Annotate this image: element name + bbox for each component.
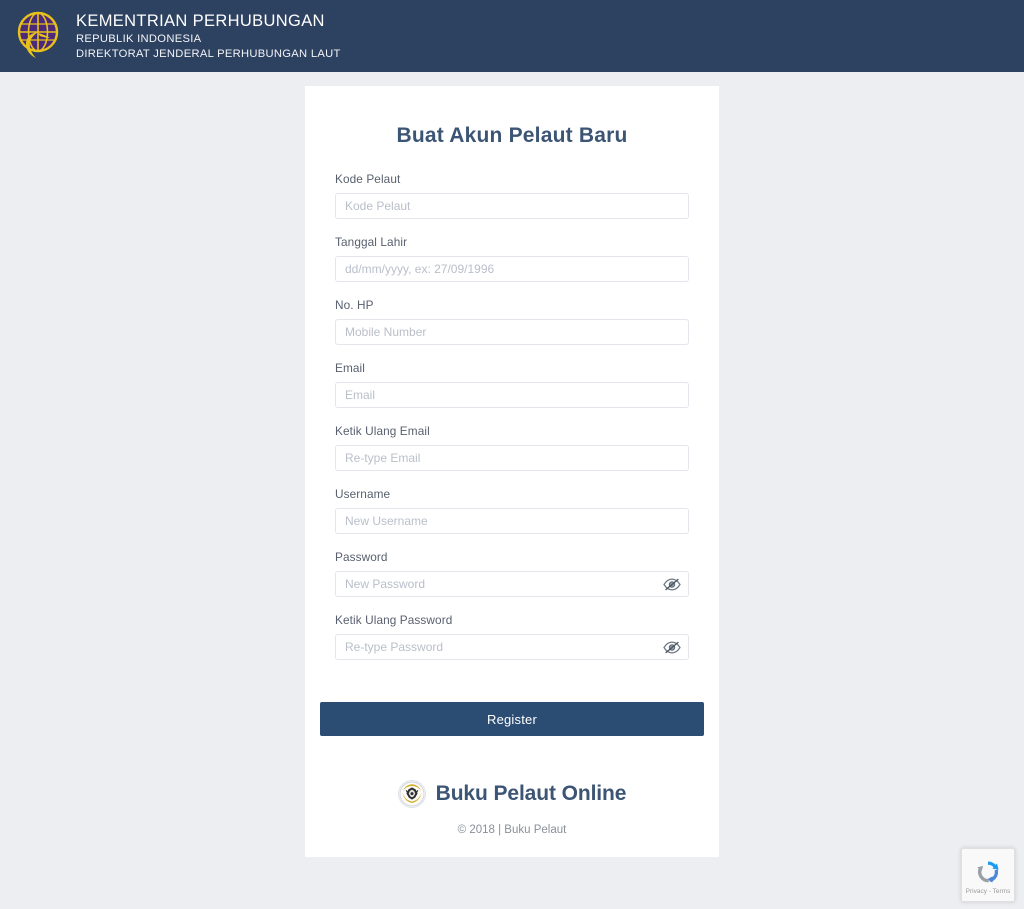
retype-password-input[interactable] (335, 634, 689, 660)
input-shell (335, 382, 689, 408)
field-label: Kode Pelaut (335, 172, 401, 186)
register-button[interactable]: Register (320, 702, 704, 736)
mobile-number-input[interactable] (335, 319, 689, 345)
page-body: Buat Akun Pelaut Baru Kode Pelaut Tangga… (0, 72, 1024, 909)
kemenhub-globe-logo-icon (14, 11, 62, 63)
field-label: Username (335, 487, 391, 501)
brand-country-name: REPUBLIK INDONESIA (76, 32, 202, 45)
field-label: Email (335, 361, 365, 375)
field-no-hp: No. HP (335, 298, 689, 345)
field-tanggal-lahir: Tanggal Lahir (335, 235, 689, 282)
field-email: Email (335, 361, 689, 408)
eye-slash-icon[interactable] (663, 640, 681, 655)
page-title: Buat Akun Pelaut Baru (396, 124, 628, 147)
input-shell (335, 256, 689, 282)
tanggal-lahir-input[interactable] (335, 256, 689, 282)
password-input[interactable] (335, 571, 689, 597)
copyright-text: © 2018 | Buku Pelaut (457, 824, 567, 836)
input-shell (335, 508, 689, 534)
field-retype-password: Ketik Ulang Password (335, 613, 689, 660)
field-label: Ketik Ulang Password (335, 613, 453, 627)
brand-text-block: KEMENTRIAN PERHUBUNGAN REPUBLIK INDONESI… (76, 11, 341, 61)
kode-pelaut-input[interactable] (335, 193, 689, 219)
recaptcha-privacy-terms[interactable]: Privacy - Terms (966, 888, 1011, 895)
recaptcha-badge[interactable]: Privacy - Terms (961, 848, 1015, 902)
input-shell (335, 193, 689, 219)
field-password: Password (335, 550, 689, 597)
site-header: KEMENTRIAN PERHUBUNGAN REPUBLIK INDONESI… (0, 0, 1024, 72)
register-card: Buat Akun Pelaut Baru Kode Pelaut Tangga… (305, 86, 719, 857)
field-label: Ketik Ulang Email (335, 424, 430, 438)
field-label: No. HP (335, 298, 374, 312)
brand-ministry-name: KEMENTRIAN PERHUBUNGAN (76, 11, 325, 30)
input-shell (335, 634, 689, 660)
garuda-emblem-icon (397, 780, 426, 808)
brand-directorate-name: DIREKTORAT JENDERAL PERHUBUNGAN LAUT (76, 47, 341, 60)
recaptcha-logo-icon (973, 857, 1003, 887)
field-retype-email: Ketik Ulang Email (335, 424, 689, 471)
card-footer: Buku Pelaut Online © 2018 | Buku Pelaut (335, 780, 689, 836)
field-username: Username (335, 487, 689, 534)
register-form: Kode Pelaut Tanggal Lahir No. HP (320, 172, 704, 736)
field-label: Tanggal Lahir (335, 235, 408, 249)
input-shell (335, 571, 689, 597)
field-kode-pelaut: Kode Pelaut (335, 172, 689, 219)
input-shell (335, 445, 689, 471)
eye-slash-icon[interactable] (663, 577, 681, 592)
username-input[interactable] (335, 508, 689, 534)
email-input[interactable] (335, 382, 689, 408)
retype-email-input[interactable] (335, 445, 689, 471)
footer-brand: Buku Pelaut Online (335, 780, 689, 808)
footer-brand-name: Buku Pelaut Online (435, 782, 627, 805)
field-label: Password (335, 550, 388, 564)
input-shell (335, 319, 689, 345)
register-button-row: Register (320, 702, 704, 736)
